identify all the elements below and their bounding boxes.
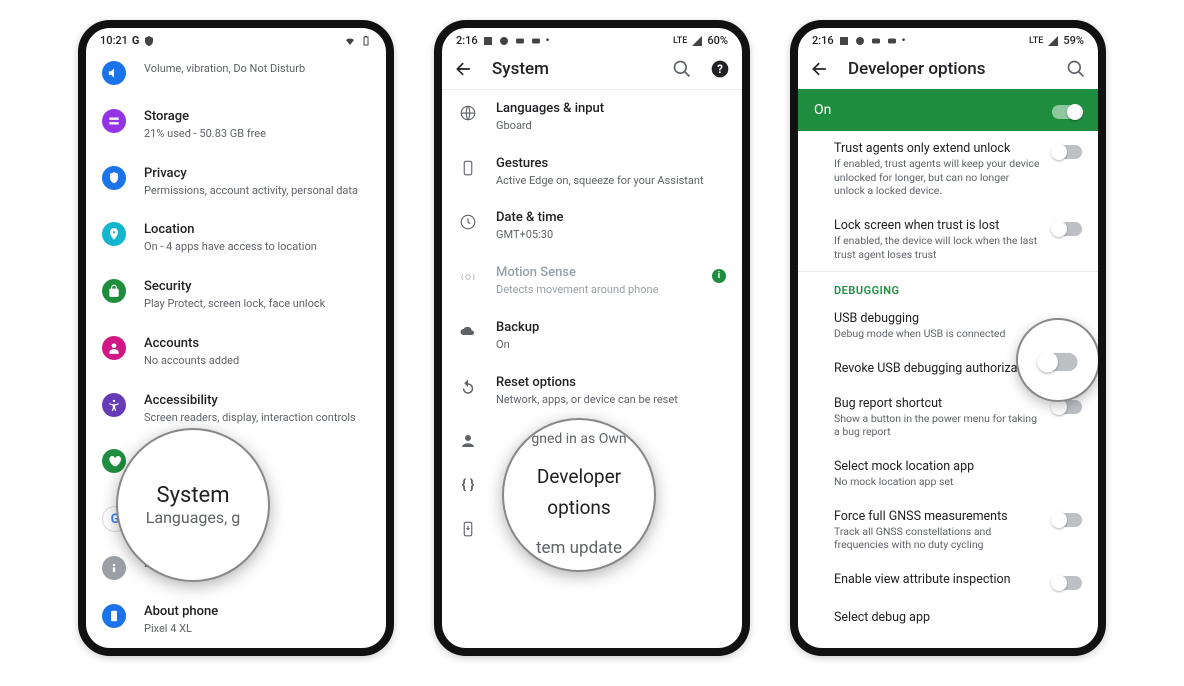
master-toggle-bar[interactable]: On xyxy=(798,89,1098,131)
debugging-section: DEBUGGING xyxy=(798,272,1098,301)
wifi-icon xyxy=(344,35,356,47)
dev-mock-location[interactable]: Select mock location appNo mock location… xyxy=(798,449,1098,499)
dev-debug-app[interactable]: Select debug app xyxy=(798,600,1098,635)
user-icon xyxy=(458,431,478,451)
master-toggle-label: On xyxy=(814,102,831,118)
google-icon: G xyxy=(132,34,140,47)
battery-icon xyxy=(360,35,372,47)
photos-icon xyxy=(838,35,850,47)
magnifier-developer: gned in as Own Developer options tem upd… xyxy=(502,418,656,572)
setting-location[interactable]: LocationOn - 4 apps have access to locat… xyxy=(86,210,386,267)
phone-icon xyxy=(102,604,126,628)
magnifier-usb-toggle xyxy=(1016,318,1100,402)
dev-lock-screen[interactable]: Lock screen when trust is lostIf enabled… xyxy=(798,208,1098,271)
accounts-icon xyxy=(102,336,126,360)
magnify-sub: Languages, g xyxy=(146,508,241,527)
phone-developer-options: 2:16 • LTE 59% Developer options On Trus… xyxy=(790,20,1106,656)
svg-text:?: ? xyxy=(717,62,723,76)
setting-sound[interactable]: Volume, vibration, Do Not Disturb xyxy=(86,49,386,97)
youtube2-icon xyxy=(530,35,542,47)
phone-settings-main: 10:21 G Volume, vibration, Do Not Distur… xyxy=(78,20,394,656)
globe-icon xyxy=(458,103,478,123)
motion-icon xyxy=(458,267,478,287)
dev-trust-agents[interactable]: Trust agents only extend unlockIf enable… xyxy=(798,131,1098,208)
dev-gnss[interactable]: Force full GNSS measurementsTrack all GN… xyxy=(798,499,1098,562)
status-network: LTE xyxy=(1029,36,1043,46)
status-more: • xyxy=(902,34,906,47)
cloud-icon xyxy=(458,322,478,342)
developer-header: Developer options xyxy=(798,49,1098,89)
reset-icon xyxy=(458,377,478,397)
back-button[interactable] xyxy=(454,59,474,79)
wellbeing-icon xyxy=(102,449,126,473)
setting-accounts[interactable]: AccountsNo accounts added xyxy=(86,324,386,381)
status-time: 10:21 xyxy=(100,34,128,47)
search-button[interactable] xyxy=(1066,59,1086,79)
back-button[interactable] xyxy=(810,59,830,79)
signal-icon xyxy=(1047,35,1059,47)
braces-icon: { } xyxy=(458,475,478,495)
magnify-title: System xyxy=(157,483,230,508)
whatsapp-icon xyxy=(498,35,510,47)
youtube2-icon xyxy=(886,35,898,47)
gnss-toggle[interactable] xyxy=(1052,513,1082,527)
info-badge[interactable]: i xyxy=(712,269,726,283)
setting-about-phone[interactable]: About phonePixel 4 XL xyxy=(86,592,386,649)
storage-icon xyxy=(102,109,126,133)
status-bar: 10:21 G xyxy=(86,28,386,49)
status-battery: 59% xyxy=(1063,34,1084,47)
magnify-main: Developer options xyxy=(510,462,648,523)
shield-status-icon xyxy=(143,35,155,47)
setting-privacy[interactable]: PrivacyPermissions, account activity, pe… xyxy=(86,154,386,211)
system-motion-sense[interactable]: Motion SenseDetects movement around phon… xyxy=(442,254,742,309)
setting-security[interactable]: SecurityPlay Protect, screen lock, face … xyxy=(86,267,386,324)
update-icon xyxy=(458,519,478,539)
header-title: Developer options xyxy=(848,59,1048,79)
youtube-icon xyxy=(514,35,526,47)
system-backup[interactable]: BackupOn xyxy=(442,309,742,364)
signal-icon xyxy=(691,35,703,47)
privacy-icon xyxy=(102,166,126,190)
status-time: 2:16 xyxy=(456,34,478,47)
location-icon xyxy=(102,222,126,246)
sound-icon xyxy=(102,61,126,85)
master-toggle[interactable] xyxy=(1052,105,1082,119)
system-header: System ? xyxy=(442,49,742,89)
header-title: System xyxy=(492,59,654,79)
status-network: LTE xyxy=(673,36,687,46)
lock-screen-toggle[interactable] xyxy=(1052,222,1082,236)
whatsapp-icon xyxy=(854,35,866,47)
usb-debugging-toggle-magnified[interactable] xyxy=(1039,353,1078,371)
status-time: 2:16 xyxy=(812,34,834,47)
status-battery: 60% xyxy=(707,34,728,47)
accessibility-icon xyxy=(102,393,126,417)
phone-system: 2:16 • LTE 60% System ? Languages & inpu… xyxy=(434,20,750,656)
setting-storage[interactable]: Storage21% used - 50.83 GB free xyxy=(86,97,386,154)
info-icon xyxy=(102,556,126,580)
setting-tips[interactable]: ? Tips & supportHelp articles, phone & c… xyxy=(86,649,386,656)
youtube-icon xyxy=(870,35,882,47)
trust-agents-toggle[interactable] xyxy=(1052,145,1082,159)
gesture-icon xyxy=(458,158,478,178)
help-button[interactable]: ? xyxy=(710,59,730,79)
clock-icon xyxy=(458,212,478,232)
status-more: • xyxy=(546,34,550,47)
system-datetime[interactable]: Date & timeGMT+05:30 xyxy=(442,199,742,254)
system-gestures[interactable]: GesturesActive Edge on, squeeze for your… xyxy=(442,145,742,200)
photos-icon xyxy=(482,35,494,47)
view-attr-toggle[interactable] xyxy=(1052,576,1082,590)
security-icon xyxy=(102,279,126,303)
search-button[interactable] xyxy=(672,59,692,79)
setting-accessibility[interactable]: AccessibilityScreen readers, display, in… xyxy=(86,381,386,438)
system-reset[interactable]: Reset optionsNetwork, apps, or device ca… xyxy=(442,364,742,419)
magnifier-system: System Languages, g xyxy=(116,428,270,582)
system-languages[interactable]: Languages & inputGboard xyxy=(442,90,742,145)
magnify-line3: tem update xyxy=(510,535,648,562)
dev-view-attr[interactable]: Enable view attribute inspection xyxy=(798,562,1098,600)
status-bar: 2:16 • LTE 59% xyxy=(798,28,1098,49)
status-bar: 2:16 • LTE 60% xyxy=(442,28,742,49)
